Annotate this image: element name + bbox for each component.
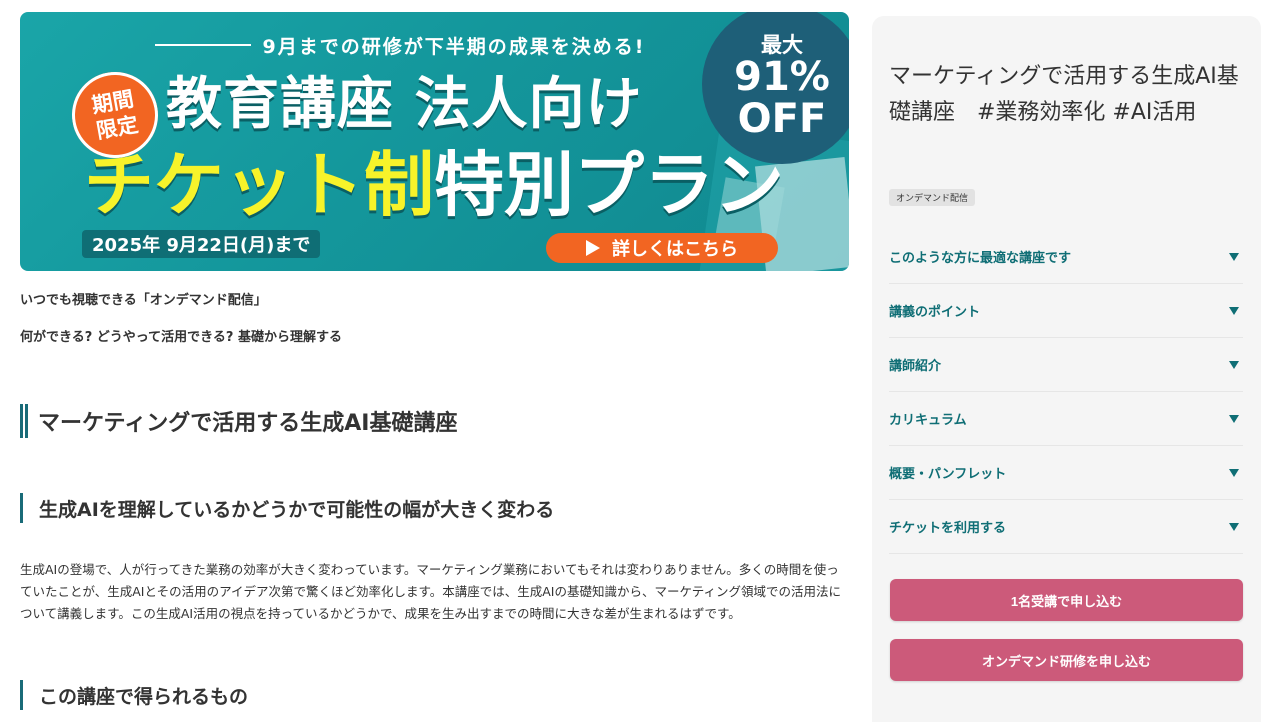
- heading-double-bar: [20, 404, 28, 438]
- cta-label: 詳しくはこちら: [612, 239, 738, 260]
- intro-line-2: 何ができる? どうやって活用できる? 基礎から理解する: [20, 330, 342, 345]
- banner-details-button[interactable]: 詳しくはこちら: [546, 233, 778, 263]
- headline2-rest: 特別プラン: [434, 144, 784, 226]
- accordion-list: このような方に最適な講座です 講義のポイント 講師紹介 カリキュラム 概要・パン…: [889, 230, 1243, 554]
- offer-off-text: OFF: [737, 96, 827, 143]
- tagline-text: 9月までの研修が下半期の成果を決める!: [262, 35, 646, 58]
- apply-on-demand-button[interactable]: オンデマンド研修を申し込む: [890, 639, 1243, 681]
- banner-headline1: 教育講座 法人向け: [166, 72, 643, 137]
- caret-down-icon: [1229, 414, 1239, 423]
- accordion-overview[interactable]: 概要・パンフレット: [889, 446, 1243, 500]
- intro-line-1: いつでも視聴できる「オンデマンド配信」: [20, 293, 267, 308]
- course-heading-text: マーケティングで活用する生成AI基礎講座: [38, 411, 458, 436]
- course-heading: マーケティングで活用する生成AI基礎講座: [20, 404, 849, 438]
- caret-down-icon: [1229, 522, 1239, 531]
- caret-down-icon: [1229, 306, 1239, 315]
- section-heading-2: この講座で得られるもの: [20, 680, 849, 710]
- tagline-rule: [154, 44, 251, 46]
- accordion-curriculum[interactable]: カリキュラム: [889, 392, 1243, 446]
- offer-percent: 91%: [734, 54, 830, 101]
- course-sidebar: マーケティングで活用する生成AI基礎講座 #業務効率化 #AI活用 オンデマンド…: [872, 16, 1261, 722]
- accordion-label: 講師紹介: [889, 359, 942, 374]
- caret-down-icon: [1229, 252, 1239, 261]
- promo-banner[interactable]: 9月までの研修が下半期の成果を決める! 期間 限定 教育講座 法人向け チケット…: [20, 12, 849, 271]
- headline2-highlight: チケット制: [84, 144, 434, 226]
- banner-tagline: 9月までの研修が下半期の成果を決める!: [80, 32, 720, 58]
- section-heading-1-text: 生成AIを理解しているかどうかで可能性の幅が大きく変わる: [39, 498, 555, 521]
- accordion-ticket[interactable]: チケットを利用する: [889, 500, 1243, 554]
- play-arrow-icon: [586, 240, 600, 256]
- apply-single-button[interactable]: 1名受講で申し込む: [890, 579, 1243, 621]
- accordion-target-audience[interactable]: このような方に最適な講座です: [889, 230, 1243, 284]
- accordion-label: チケットを利用する: [889, 521, 1007, 536]
- section-heading-2-text: この講座で得られるもの: [39, 685, 249, 708]
- accordion-label: このような方に最適な講座です: [889, 251, 1072, 266]
- accordion-label: カリキュラム: [889, 413, 967, 428]
- accordion-instructor[interactable]: 講師紹介: [889, 338, 1243, 392]
- banner-headline2: チケット制特別プラン: [84, 140, 784, 230]
- accordion-lecture-points[interactable]: 講義のポイント: [889, 284, 1243, 338]
- section-heading-1: 生成AIを理解しているかどうかで可能性の幅が大きく変わる: [20, 493, 849, 523]
- course-description: 生成AIの登場で、人が行ってきた業務の効率が大きく変わっています。マーケティング…: [20, 562, 841, 621]
- deadline-date: 2025年 9月22日(月)まで: [82, 230, 321, 258]
- caret-down-icon: [1229, 468, 1239, 477]
- section-heading-bar: [20, 680, 23, 710]
- accordion-label: 概要・パンフレット: [889, 467, 1007, 482]
- delivery-type-badge: オンデマンド配信: [889, 189, 976, 206]
- section-heading-bar: [20, 493, 23, 523]
- offer-small-text: 最大: [761, 32, 803, 57]
- sidebar-course-title: マーケティングで活用する生成AI基礎講座 #業務効率化 #AI活用: [889, 64, 1239, 125]
- caret-down-icon: [1229, 360, 1239, 369]
- accordion-label: 講義のポイント: [889, 305, 981, 320]
